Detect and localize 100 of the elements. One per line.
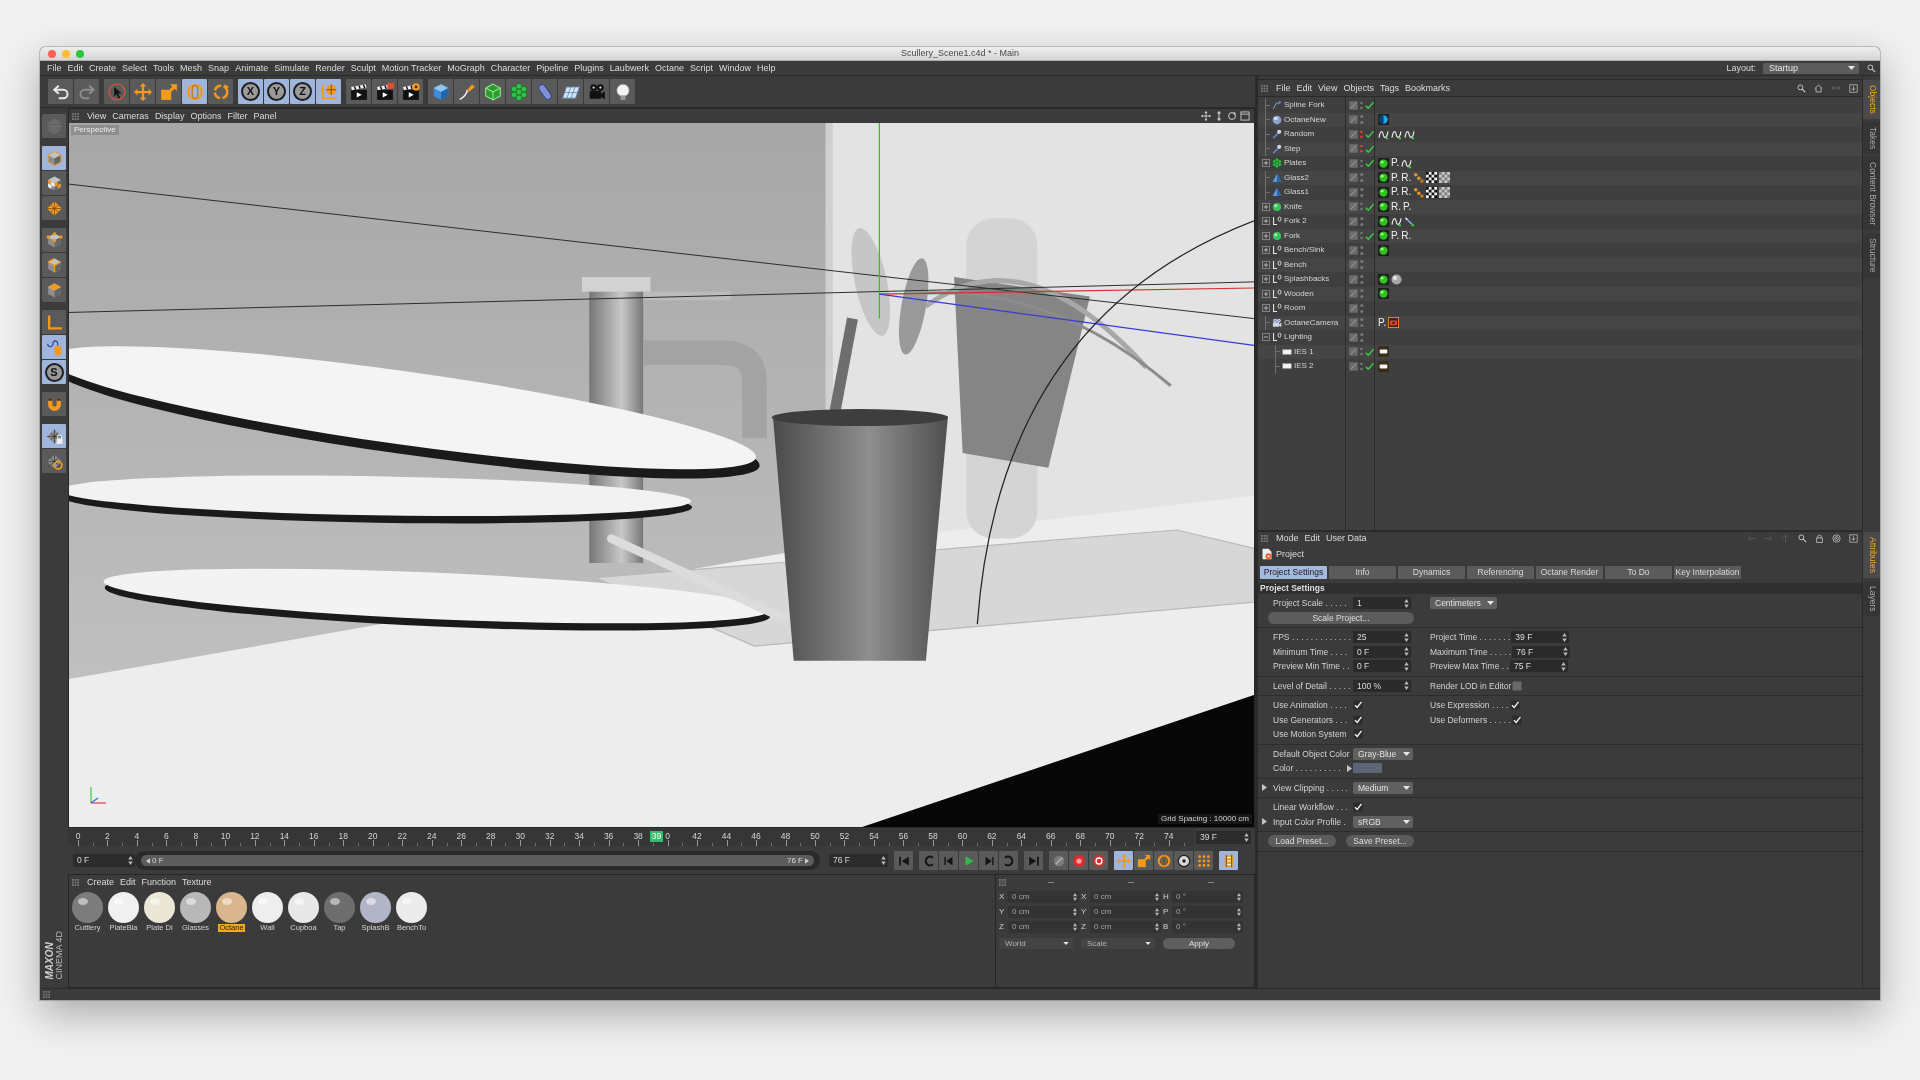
visibility-dots-icon[interactable] [1360,346,1363,358]
slash-square-icon[interactable] [1349,361,1358,371]
menu-item[interactable]: Options [187,111,225,121]
visibility-dots-icon[interactable] [1360,186,1364,198]
visibility-dots-icon[interactable] [1360,128,1363,140]
check-icon[interactable] [1365,362,1374,371]
scale-tool-button[interactable] [156,79,181,104]
dropdown[interactable]: Medium [1353,781,1413,794]
previous-frame-button[interactable] [939,851,958,870]
menu-item[interactable]: Render [312,63,348,73]
slash-square-icon[interactable] [1349,158,1358,168]
light-tag-icon[interactable] [1378,360,1389,372]
object-row[interactable]: Knife R. P. [1258,199,1862,214]
visibility-dots-icon[interactable] [1360,288,1364,300]
menu-item[interactable]: Animate [232,63,272,73]
recent-tool-button[interactable] [208,79,233,104]
pen-tag-icon[interactable] [1404,215,1415,227]
deformer-button[interactable] [532,79,557,104]
tab[interactable]: Referencing [1467,566,1534,579]
slash-square-icon[interactable] [1349,332,1358,342]
menu-item[interactable]: Cameras [109,111,152,121]
tag-label[interactable]: P. [1403,201,1412,212]
object-row[interactable]: Room [1258,301,1862,316]
go-to-start-button[interactable] [894,851,913,870]
checkbox[interactable] [1512,680,1523,691]
dropdown[interactable]: Centimeters [1430,597,1497,610]
cube-button[interactable] [428,79,453,104]
search-icon[interactable] [1798,534,1807,543]
points-mode-button[interactable] [42,228,66,252]
dots-tag-icon[interactable] [1413,172,1425,184]
object-row[interactable]: Random [1258,127,1862,142]
edges-mode-button[interactable] [42,253,66,277]
slash-square-icon[interactable] [1349,245,1358,255]
tab[interactable]: To Do [1605,566,1672,579]
tab[interactable]: Project Settings [1260,566,1327,579]
expand-box-icon[interactable] [1262,260,1270,269]
action-button[interactable]: Load Preset... [1268,835,1336,848]
slash-square-icon[interactable] [1349,289,1358,299]
tag-label[interactable]: R. [1401,187,1412,198]
menu-item[interactable]: Tags [1376,83,1402,93]
check-icon[interactable] [1365,347,1374,356]
autokey-button[interactable] [1089,851,1108,870]
expand-box-icon[interactable] [1262,217,1270,226]
visibility-dots-icon[interactable] [1360,259,1364,271]
number-field[interactable]: 25 [1353,631,1411,644]
action-button[interactable]: Scale Project... [1268,611,1414,624]
workplane-mode-button[interactable] [42,196,66,220]
action-button[interactable]: Save Preset... [1346,835,1414,848]
check-icon[interactable] [1365,144,1374,153]
model-mode-button[interactable] [42,146,66,170]
checkbox[interactable] [1511,714,1522,725]
object-row[interactable]: Splashbacks [1258,272,1862,287]
checker-tag-icon[interactable] [1439,172,1451,184]
tag-label[interactable]: P. [1391,230,1400,241]
menu-item[interactable]: Simulate [271,63,313,73]
number-field[interactable]: 0 F [1353,660,1411,673]
material-tag-icon[interactable] [1378,244,1389,256]
tab[interactable]: Dynamics [1398,566,1465,579]
checkbox[interactable] [1353,700,1363,711]
scale-key-button[interactable] [1134,851,1153,870]
snap-button[interactable] [42,392,66,416]
timeline-button[interactable] [1219,851,1238,870]
search-icon[interactable] [1867,63,1876,73]
material-tag-icon[interactable] [1378,172,1389,184]
visibility-dots-icon[interactable] [1360,244,1364,256]
curve-tag-icon[interactable] [1401,157,1413,169]
preview-range-track[interactable]: 0 F 76 F [135,851,820,870]
slash-square-icon[interactable] [1349,173,1358,183]
dots-tag-icon[interactable] [1413,186,1425,198]
disclosure-triangle-icon[interactable] [1262,818,1267,826]
material-tag-icon[interactable] [1378,215,1389,227]
menu-item[interactable]: Character [487,63,534,73]
expand-box-icon[interactable] [1262,275,1270,284]
slash-square-icon[interactable] [1349,144,1358,154]
polygons-mode-button[interactable] [42,278,66,302]
dropdown[interactable]: sRGB [1353,815,1413,828]
parameter-key-button[interactable] [1174,851,1193,870]
slash-square-icon[interactable] [1349,187,1358,197]
target-icon[interactable] [1832,534,1841,543]
menu-item[interactable]: File [44,63,65,73]
search-icon[interactable] [1797,83,1806,93]
side-tab[interactable]: Content Browser [1863,157,1880,231]
axis-lock-button[interactable]: X [238,79,263,104]
slash-square-icon[interactable] [1349,303,1358,313]
next-key-button[interactable] [999,851,1018,870]
close-button[interactable] [48,49,56,58]
menu-item[interactable]: Create [84,877,117,887]
previous-key-button[interactable] [919,851,938,870]
menu-item[interactable]: Select [119,63,151,73]
cloner-button[interactable] [506,79,531,104]
move-tool-button[interactable] [130,79,155,104]
number-field[interactable]: 39 F [1511,631,1570,644]
environment-tag-icon[interactable] [1378,114,1389,126]
expand-box-icon[interactable] [1262,159,1270,168]
object-row[interactable]: Plates P. [1258,156,1862,171]
side-tab[interactable]: Attributes [1863,532,1880,578]
visibility-dots-icon[interactable] [1360,230,1363,242]
axis-lock-button[interactable]: Y [264,79,289,104]
pen-button[interactable] [454,79,479,104]
visibility-dots-icon[interactable] [1360,215,1364,227]
